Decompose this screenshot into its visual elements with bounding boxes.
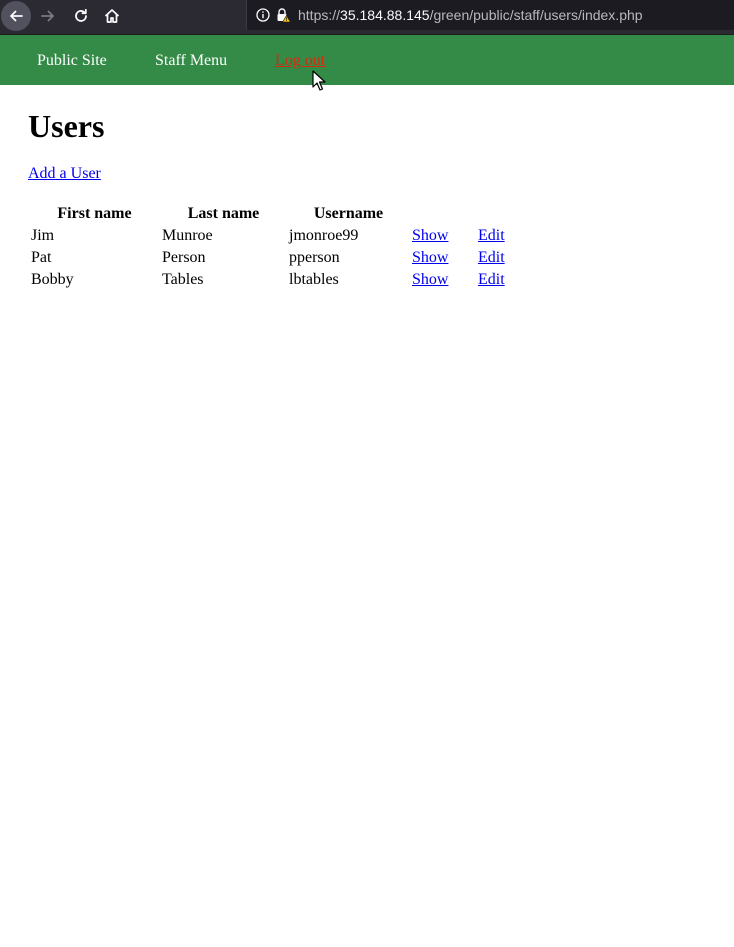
header-last-name: Last name [187, 205, 260, 222]
edit-link[interactable]: Edit [478, 249, 505, 266]
url-text: https://35.184.88.145/green/public/staff… [298, 7, 643, 23]
cell-last-name: Munroe [162, 227, 213, 244]
users-table: First name Last name Username Jim Munroe… [29, 203, 520, 291]
cell-edit: Edit [476, 247, 520, 269]
staff-menu-link[interactable]: Staff Menu [155, 52, 227, 70]
home-icon [104, 9, 120, 23]
back-arrow-icon [10, 10, 23, 22]
log-out-link[interactable]: Log out [275, 52, 325, 70]
reload-icon [75, 8, 87, 22]
cell-username: lbtables [289, 271, 339, 288]
table-row: Pat Person pperson Show Edit [29, 247, 520, 269]
url-path: /green/public/staff/users/index.php [429, 7, 643, 23]
cell-last-name: Person [162, 249, 206, 266]
cell-edit: Edit [476, 225, 520, 247]
edit-link[interactable]: Edit [478, 227, 505, 244]
show-link[interactable]: Show [412, 271, 448, 288]
show-link[interactable]: Show [412, 227, 448, 244]
header-username: Username [313, 205, 384, 222]
mouse-cursor-icon [312, 70, 326, 91]
cell-first-name: Jim [31, 227, 55, 244]
home-button[interactable] [97, 1, 127, 31]
cell-username: pperson [289, 249, 340, 266]
table-row: Jim Munroe jmonroe99 Show Edit [29, 225, 520, 247]
forward-arrow-icon [41, 10, 54, 22]
cell-show: Show [410, 247, 476, 269]
site-header: Public Site Staff Menu Log out [0, 35, 734, 85]
back-button[interactable] [1, 1, 31, 31]
cell-first-name: Bobby [31, 271, 74, 288]
info-icon[interactable] [256, 8, 270, 22]
header-show [410, 203, 476, 225]
reload-button[interactable] [66, 1, 96, 31]
browser-toolbar: https://35.184.88.145/green/public/staff… [0, 0, 734, 35]
edit-link[interactable]: Edit [478, 271, 505, 288]
cell-username: jmonroe99 [289, 227, 359, 244]
url-bar[interactable]: https://35.184.88.145/green/public/staff… [246, 0, 734, 30]
show-link[interactable]: Show [412, 249, 448, 266]
insecure-lock-icon[interactable] [275, 7, 291, 23]
page-title: Users [28, 108, 105, 144]
url-host: 35.184.88.145 [340, 7, 430, 23]
cell-edit: Edit [476, 269, 520, 291]
cell-show: Show [410, 225, 476, 247]
url-prefix: https:// [298, 7, 341, 23]
cell-first-name: Pat [31, 249, 52, 266]
cell-show: Show [410, 269, 476, 291]
add-user-link[interactable]: Add a User [28, 165, 101, 183]
table-row: Bobby Tables lbtables Show Edit [29, 269, 520, 291]
header-edit [476, 203, 520, 225]
cell-last-name: Tables [162, 271, 204, 288]
header-first-name: First name [57, 205, 132, 222]
forward-button[interactable] [33, 1, 63, 31]
table-header-row: First name Last name Username [29, 203, 520, 225]
public-site-link[interactable]: Public Site [37, 52, 107, 70]
